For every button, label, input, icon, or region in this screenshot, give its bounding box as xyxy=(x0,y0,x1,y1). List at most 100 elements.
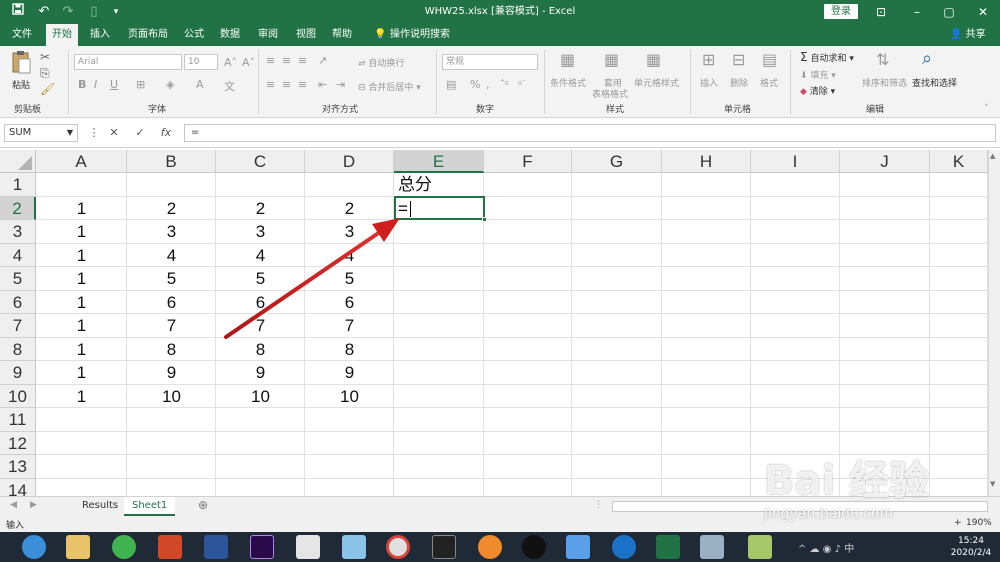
redo-icon[interactable]: ↷ xyxy=(58,2,78,22)
wechat-icon[interactable] xyxy=(112,535,136,559)
find-select-icon[interactable]: ⌕ xyxy=(922,48,932,69)
cell-d5[interactable]: 5 xyxy=(305,267,394,291)
number-format-select[interactable]: 常规 xyxy=(442,54,538,70)
row-header-12[interactable]: 12 xyxy=(0,431,36,455)
row-header-13[interactable]: 13 xyxy=(0,455,36,479)
name-box[interactable]: SUM ▼ xyxy=(4,124,78,142)
video-editor-icon[interactable] xyxy=(432,535,456,559)
cell-a10[interactable]: 1 xyxy=(36,385,127,409)
paste-button[interactable]: 粘贴 xyxy=(12,78,30,91)
cell-c9[interactable]: 9 xyxy=(216,361,305,385)
cell-b6[interactable]: 6 xyxy=(127,291,216,315)
tab-file[interactable]: 文件 xyxy=(6,24,38,46)
cell-b4[interactable]: 4 xyxy=(127,244,216,268)
scroll-down-icon[interactable]: ▼ xyxy=(990,480,995,488)
word-icon[interactable] xyxy=(204,535,228,559)
increase-indent-icon[interactable]: ⇥ xyxy=(336,78,345,91)
insert-cells-button[interactable]: 插入 xyxy=(700,76,718,89)
cell-a5[interactable]: 1 xyxy=(36,267,127,291)
more-sheets-icon[interactable]: ⋮ xyxy=(594,500,603,510)
tab-view[interactable]: 视图 xyxy=(290,24,322,46)
chrome-icon[interactable] xyxy=(386,535,410,559)
close-icon[interactable]: ✕ xyxy=(966,0,1000,24)
cell-d4[interactable]: 4 xyxy=(305,244,394,268)
align-left-icon[interactable]: ≡ xyxy=(266,78,275,91)
file-explorer-icon[interactable] xyxy=(66,535,90,559)
font-size-select[interactable]: 10 xyxy=(184,54,218,70)
add-sheet-icon[interactable]: ⊕ xyxy=(198,498,208,512)
italic-icon[interactable]: I xyxy=(94,78,97,91)
row-header-9[interactable]: 9 xyxy=(0,361,36,385)
cell-b7[interactable]: 7 xyxy=(127,314,216,338)
tray-icons[interactable]: ^ ☁ ◉ ♪ 中 xyxy=(798,540,854,555)
cell-c10[interactable]: 10 xyxy=(216,385,305,409)
tab-help[interactable]: 帮助 xyxy=(326,24,358,46)
login-button[interactable]: 登录 xyxy=(824,4,858,19)
tab-home[interactable]: 开始 xyxy=(46,24,78,46)
tab-review[interactable]: 审阅 xyxy=(252,24,284,46)
sheet-tab-sheet1[interactable]: Sheet1 xyxy=(124,497,176,516)
cell-c7[interactable]: 7 xyxy=(216,314,305,338)
active-cell-e2[interactable]: = xyxy=(394,195,487,222)
cell-a2[interactable]: 1 xyxy=(36,197,127,221)
column-header-a[interactable]: A xyxy=(36,150,127,173)
cell-d7[interactable]: 7 xyxy=(305,314,394,338)
cell-c8[interactable]: 8 xyxy=(216,338,305,362)
cell-b2[interactable]: 2 xyxy=(127,197,216,221)
cell-b10[interactable]: 10 xyxy=(127,385,216,409)
cell-c5[interactable]: 5 xyxy=(216,267,305,291)
excel-taskbar-icon[interactable] xyxy=(656,535,680,559)
column-header-e[interactable]: E xyxy=(394,150,484,173)
font-name-select[interactable]: Arial xyxy=(74,54,182,70)
find-select-button[interactable]: 查找和选择 xyxy=(912,76,957,89)
cell-c4[interactable]: 4 xyxy=(216,244,305,268)
font-grow-icon[interactable]: A˄ xyxy=(224,56,237,69)
align-middle-icon[interactable]: ≡ xyxy=(282,54,291,67)
ie-icon[interactable] xyxy=(612,535,636,559)
conditional-format-button[interactable]: 条件格式 xyxy=(550,76,586,89)
column-header-g[interactable]: G xyxy=(572,150,662,173)
insert-cells-icon[interactable]: ⊞ xyxy=(702,50,715,69)
row-header-4[interactable]: 4 xyxy=(0,243,36,267)
cell-a4[interactable]: 1 xyxy=(36,244,127,268)
row-header-10[interactable]: 10 xyxy=(0,384,36,408)
cell-a8[interactable]: 1 xyxy=(36,338,127,362)
app-icon[interactable] xyxy=(748,535,772,559)
vertical-scrollbar[interactable]: ▲ ▼ xyxy=(988,150,1000,496)
clock[interactable]: 15:24 2020/2/4 xyxy=(944,535,998,559)
conditional-format-icon[interactable]: ▦ xyxy=(560,50,575,69)
cell-d3[interactable]: 3 xyxy=(305,220,394,244)
worksheet-grid[interactable]: ABCDEFGHIJK 1 2 3 4 5 6 7 8 9 10 11 12 13 14 总分 1 2 2 2 1 3… xyxy=(0,150,1000,496)
column-header-h[interactable]: H xyxy=(662,150,751,173)
undo-icon[interactable]: ↶ xyxy=(34,2,54,22)
column-header-c[interactable]: C xyxy=(216,150,305,173)
tell-me-search[interactable]: 操作说明搜索 xyxy=(384,24,456,46)
row-header-11[interactable]: 11 xyxy=(0,408,36,432)
app-icon[interactable] xyxy=(296,535,320,559)
tab-formulas[interactable]: 公式 xyxy=(178,24,210,46)
fill-handle[interactable] xyxy=(482,217,487,222)
app-icon[interactable] xyxy=(478,535,502,559)
zoom-level[interactable]: 190% xyxy=(966,518,992,528)
customize-icon[interactable]: ▾ xyxy=(106,2,126,22)
app-icon[interactable] xyxy=(342,535,366,559)
sort-filter-icon[interactable]: ⇅ xyxy=(876,50,889,69)
border-icon[interactable]: ⊞ xyxy=(136,78,145,91)
format-cells-icon[interactable]: ▤ xyxy=(762,50,777,69)
sheet-tab-results[interactable]: Results xyxy=(74,497,126,516)
cell-c3[interactable]: 3 xyxy=(216,220,305,244)
cell-b3[interactable]: 3 xyxy=(127,220,216,244)
powerpoint-icon[interactable] xyxy=(158,535,182,559)
share-button[interactable]: 👤 共享 xyxy=(950,24,986,46)
start-icon[interactable] xyxy=(22,535,46,559)
autosum-button[interactable]: Σ 自动求和 ▾ xyxy=(800,50,854,64)
scroll-up-icon[interactable]: ▲ xyxy=(990,152,995,160)
cell-styles-button[interactable]: 单元格样式 xyxy=(634,76,679,89)
zoom-in-icon[interactable]: + xyxy=(954,518,962,528)
premiere-icon[interactable] xyxy=(250,535,274,559)
align-bottom-icon[interactable]: ≡ xyxy=(298,54,307,67)
tab-data[interactable]: 数据 xyxy=(214,24,246,46)
cell-d9[interactable]: 9 xyxy=(305,361,394,385)
column-header-b[interactable]: B xyxy=(127,150,216,173)
row-header-1[interactable]: 1 xyxy=(0,173,36,197)
